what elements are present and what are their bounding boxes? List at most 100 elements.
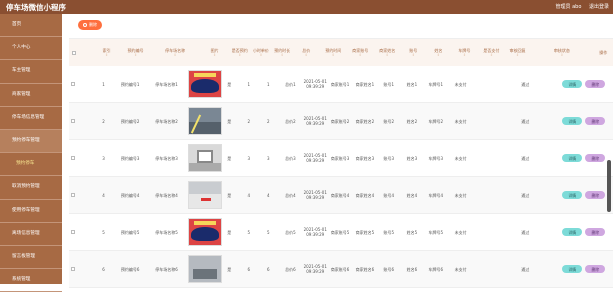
sidebar-item[interactable]: 取消预约管理 <box>0 176 62 200</box>
detail-button[interactable]: 详情 <box>562 191 583 199</box>
row-checkbox-cell[interactable] <box>69 214 78 250</box>
row-checkbox-cell[interactable] <box>69 140 78 176</box>
cell-plate: 车牌号1 <box>428 81 444 87</box>
sort-icon[interactable]: ⇕ <box>560 53 563 58</box>
row-checkbox[interactable] <box>71 82 76 86</box>
sidebar-item[interactable]: 商家管理 <box>0 84 62 107</box>
column-header[interactable]: 小时单价 ⇕ <box>250 39 271 66</box>
sort-icon[interactable]: ⇕ <box>516 53 519 58</box>
row-checkbox[interactable] <box>71 119 76 123</box>
cell-hours: 1 <box>267 81 270 87</box>
logout-link[interactable]: 退出登录 <box>589 4 609 10</box>
row-checkbox-cell[interactable] <box>69 177 78 213</box>
cell-hours: 4 <box>267 192 270 198</box>
detail-button[interactable]: 详情 <box>562 265 583 273</box>
sidebar-item[interactable]: 个人中心 <box>0 37 62 61</box>
sort-icon[interactable]: ⇕ <box>359 53 362 58</box>
table-row: 5 预约编号5 停车场名称5 是 5 5 总价5 2021-05-01 09:39:29 商家账… <box>69 214 613 251</box>
header-spacer <box>79 39 93 66</box>
cell-code: 预约编号6 <box>120 266 140 272</box>
sort-icon[interactable]: ⇕ <box>213 53 216 58</box>
column-header[interactable]: 商家姓名 ⇕ <box>374 39 401 66</box>
select-all-checkbox-cell[interactable] <box>69 39 79 66</box>
column-header[interactable]: 预约时间 ⇕ <box>320 39 347 66</box>
delete-button[interactable]: 删除 <box>585 191 606 199</box>
column-header[interactable]: 索引 ⇕ <box>92 39 121 66</box>
column-header[interactable]: 姓名 ⇕ <box>426 39 451 66</box>
column-header[interactable]: 预约编号 ⇕ <box>121 39 150 66</box>
parking-photo <box>187 144 222 172</box>
cell-total: 总价3 <box>285 155 296 161</box>
sidebar-item[interactable]: 停车场信息管理 <box>0 107 62 130</box>
batch-delete-button[interactable]: 删除 <box>78 20 102 30</box>
column-header[interactable]: 审核状态 ⇕ <box>530 39 594 66</box>
sort-icon[interactable]: ⇕ <box>463 53 466 58</box>
sidebar-item[interactable]: 系统管理 <box>0 269 62 292</box>
column-header[interactable]: 是否预约 ⇕ <box>229 39 250 66</box>
sidebar-item[interactable]: 首页 <box>0 14 62 38</box>
select-all-checkbox[interactable] <box>71 50 76 55</box>
column-header[interactable]: 账号 ⇕ <box>401 39 426 66</box>
sort-icon[interactable]: ⇕ <box>259 53 262 58</box>
column-header[interactable]: 是否支付 ⇕ <box>478 39 505 66</box>
row-checkbox-cell[interactable] <box>69 251 78 287</box>
row-checkbox-cell[interactable] <box>69 103 78 139</box>
cell-time: 2021-05-01 09:39:29 <box>303 153 327 163</box>
row-checkbox[interactable] <box>71 193 76 197</box>
column-header[interactable]: 停车场名称 ⇕ <box>150 39 200 66</box>
sort-icon[interactable]: ⇕ <box>437 53 440 58</box>
sort-icon[interactable]: ⇕ <box>105 53 108 58</box>
detail-button[interactable]: 详情 <box>562 117 583 125</box>
image-cell <box>187 214 222 250</box>
image-cell <box>187 66 222 102</box>
column-header[interactable]: 预约时长 ⇕ <box>272 39 293 66</box>
sort-icon[interactable]: ⇕ <box>238 53 241 58</box>
sort-icon[interactable]: ⇕ <box>386 53 389 58</box>
sort-icon[interactable]: ⇕ <box>134 53 137 58</box>
column-header[interactable]: 审核回复 ⇕ <box>505 39 530 66</box>
delete-button[interactable]: 删除 <box>585 117 606 125</box>
row-checkbox[interactable] <box>71 267 76 271</box>
sort-icon[interactable]: ⇕ <box>332 53 335 58</box>
column-header[interactable]: 操作 <box>594 39 613 66</box>
delete-button[interactable]: 删除 <box>585 154 606 162</box>
delete-button[interactable]: 删除 <box>585 265 606 273</box>
cell-name: 姓名2 <box>406 118 418 124</box>
sort-icon[interactable]: ⇕ <box>174 53 177 58</box>
cell-maccount: 商家账号6 <box>330 266 350 272</box>
parking-photo <box>187 218 222 246</box>
column-header[interactable]: 总价 ⇕ <box>293 39 320 66</box>
delete-button[interactable]: 删除 <box>585 228 606 236</box>
sidebar-item[interactable]: 离场信息管理 <box>0 223 62 246</box>
sidebar-item[interactable]: 使用停车管理 <box>0 200 62 223</box>
sort-icon[interactable]: ⇕ <box>305 53 308 58</box>
column-header[interactable]: 商家账号 ⇕ <box>347 39 374 66</box>
scrollbar[interactable] <box>607 160 611 212</box>
sort-icon[interactable]: ⇕ <box>281 53 284 58</box>
cell-time: 2021-05-01 09:39:29 <box>303 264 327 274</box>
cell-reply <box>473 66 496 102</box>
sort-icon[interactable]: ⇕ <box>490 53 493 58</box>
sidebar-item[interactable]: 预约停车 <box>0 153 62 177</box>
main-content: 删除 索引 ⇕ 预约编号 ⇕ 停车场名称 ⇕ 图片 ⇕ 是否预约 ⇕ 小时单价 ⇕ 预约时长 ⇕ 总价 ⇕ 预约… <box>62 14 613 288</box>
sidebar-item[interactable]: 车主管理 <box>0 60 62 84</box>
sidebar-item[interactable]: 预约停车管理 <box>0 129 62 154</box>
row-checkbox-cell[interactable] <box>69 66 78 102</box>
row-actions: 详情 删除 <box>555 251 613 287</box>
detail-button[interactable]: 详情 <box>562 80 583 88</box>
image-cell <box>187 251 222 287</box>
sort-icon[interactable]: ⇕ <box>412 53 415 58</box>
detail-button[interactable]: 详情 <box>562 154 583 162</box>
column-header[interactable]: 图片 ⇕ <box>200 39 229 66</box>
sidebar-item[interactable]: 留言板管理 <box>0 246 62 270</box>
column-header[interactable]: 车牌号 ⇕ <box>451 39 478 66</box>
cell-code: 预约编号4 <box>120 192 140 198</box>
detail-button[interactable]: 详情 <box>562 228 583 236</box>
row-checkbox[interactable] <box>71 230 76 234</box>
cell-status: 通过 <box>521 155 530 161</box>
delete-button[interactable]: 删除 <box>585 80 606 88</box>
cell-total: 总价5 <box>285 229 296 235</box>
cell-mname: 商家姓名3 <box>355 155 375 161</box>
cell-reserved: 是 <box>227 81 232 87</box>
row-checkbox[interactable] <box>71 156 76 160</box>
